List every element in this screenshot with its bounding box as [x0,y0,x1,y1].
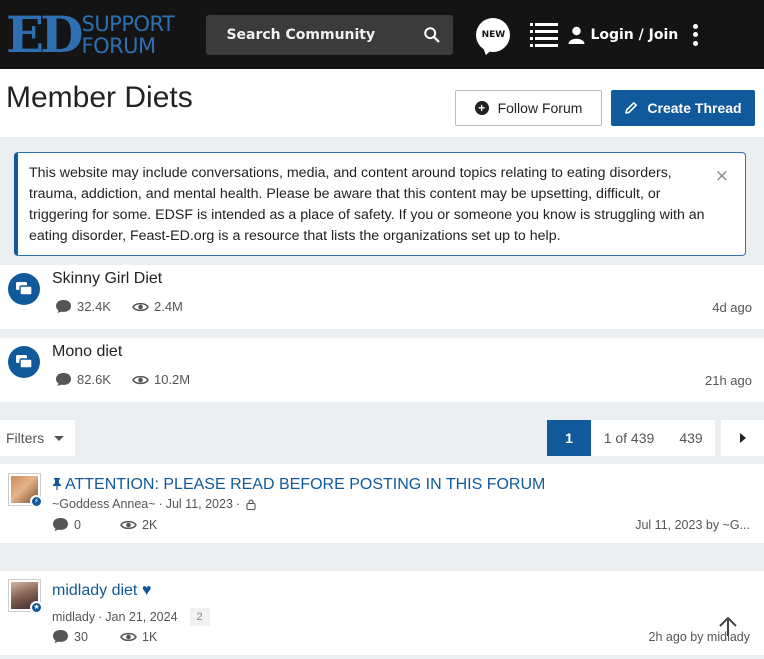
thread-title[interactable]: ATTENTION: PLEASE READ BEFORE POSTING IN… [52,476,545,494]
thread-author[interactable]: ~Goddess Annea~ [52,497,156,511]
sub-forum-stats: 32.4K 2.4M [55,299,204,314]
eye-icon [132,375,149,384]
caret-right-icon [739,433,746,443]
forum-header: Member Diets + Follow Forum Create Threa… [0,69,764,137]
avatar[interactable]: ★ [9,580,43,614]
thread-date: Jul 11, 2023 [165,497,233,511]
replies-count: 82.6K [77,372,111,387]
page-title: Member Diets [6,81,193,114]
pin-icon [53,478,61,490]
close-icon[interactable]: × [715,166,729,186]
filters-dropdown[interactable]: Filters [0,420,75,456]
page-button-last[interactable]: 439 [667,420,715,456]
views-stat: 2.4M [132,299,183,314]
eye-icon [132,302,149,311]
comment-icon [56,300,71,313]
views-count: 2K [142,517,158,532]
page-indicator[interactable]: 1 of 439 [591,420,667,456]
list-menu-icon[interactable] [530,22,559,48]
thread-row[interactable]: ⚡ ATTENTION: PLEASE READ BEFORE POSTING … [0,464,764,543]
replies-count: 0 [74,517,81,532]
comment-icon [53,630,68,643]
thread-title-text: ATTENTION: PLEASE READ BEFORE POSTING IN… [65,476,546,493]
search-icon[interactable] [423,26,441,44]
thread-author[interactable]: midlady [52,610,95,624]
last-post-info[interactable]: Jul 11, 2023 by ~G... [635,518,750,532]
logo-mark: ED [6,4,84,64]
avatar[interactable]: ⚡ [9,474,43,508]
views-count: 10.2M [153,372,191,387]
login-label: Login / Join [590,26,679,43]
views-stat: 1K [120,630,188,644]
search-label: Search Community [226,26,376,43]
content-warning-notice: This website may include conversations, … [14,152,746,256]
thread-page-count[interactable]: 2 [189,608,210,626]
thread-row[interactable]: ★ midlady diet ♥ midlady · Jan 21, 2024 … [0,571,764,655]
next-page-button[interactable] [721,420,764,456]
thread-date: Jan 21, 2024 [105,610,178,624]
eye-icon [120,520,137,529]
search-bar[interactable]: Search Community [206,14,454,55]
last-activity-time: 4d ago [712,300,752,315]
sub-forum-title[interactable]: Mono diet [52,343,122,361]
scroll-to-top-icon[interactable] [716,615,740,639]
views-count: 2.4M [153,299,183,314]
replies-stat: 32.4K [55,299,111,314]
sub-forum-stats: 82.6K 10.2M [55,372,211,387]
replies-stat: 0 [52,517,120,532]
create-thread-label: Create Thread [647,100,742,116]
create-thread-button[interactable]: Create Thread [611,90,755,126]
site-logo[interactable]: ED SUPPORT FORUM [6,4,175,64]
last-activity-time: 21h ago [705,373,752,388]
star-badge-icon: ★ [30,601,43,614]
logo-line-2: FORUM [81,33,156,58]
views-count: 1K [142,629,158,644]
sub-forum-row[interactable]: Skinny Girl Diet 32.4K 2.4M 4d ago [0,265,764,329]
more-options-icon[interactable] [692,23,698,46]
top-navigation-bar: ED SUPPORT FORUM Search Community NEW Lo… [0,0,764,69]
chat-bubbles-icon [8,273,40,305]
thread-meta: ~Goddess Annea~ · Jul 11, 2023 · [52,497,256,511]
lightning-badge-icon: ⚡ [30,495,43,508]
user-icon [568,26,585,44]
sub-forum-row[interactable]: Mono diet 82.6K 10.2M 21h ago [0,338,764,402]
follow-forum-button[interactable]: + Follow Forum [455,90,602,126]
new-posts-icon[interactable]: NEW [476,17,511,52]
views-stat: 10.2M [132,372,190,387]
views-stat: 2K [120,518,188,532]
replies-stat: 82.6K [55,372,111,387]
thread-meta: midlady · Jan 21, 2024 2 [52,608,210,626]
replies-count: 30 [74,629,88,644]
comment-icon [53,518,68,531]
comment-icon [56,373,71,386]
notice-text: This website may include conversations, … [29,165,705,244]
chat-bubbles-icon [8,346,40,378]
eye-icon [120,632,137,641]
sub-forum-title[interactable]: Skinny Girl Diet [52,270,162,288]
thread-title[interactable]: midlady diet ♥ [52,582,151,600]
thread-stats: 0 2K [52,517,188,532]
filters-label: Filters [6,430,45,446]
caret-down-icon [54,435,65,441]
thread-stats: 30 1K [52,629,188,644]
replies-stat: 30 [52,629,120,644]
plus-circle-icon: + [474,101,489,115]
login-join-button[interactable]: Login / Join [568,26,678,44]
replies-count: 32.4K [77,299,111,314]
logo-line-1: SUPPORT [81,11,175,36]
follow-forum-label: Follow Forum [497,100,583,116]
page-button-current[interactable]: 1 [547,420,591,456]
lock-icon [246,499,256,510]
logo-text: SUPPORT FORUM [81,13,174,57]
pencil-icon [625,102,638,114]
